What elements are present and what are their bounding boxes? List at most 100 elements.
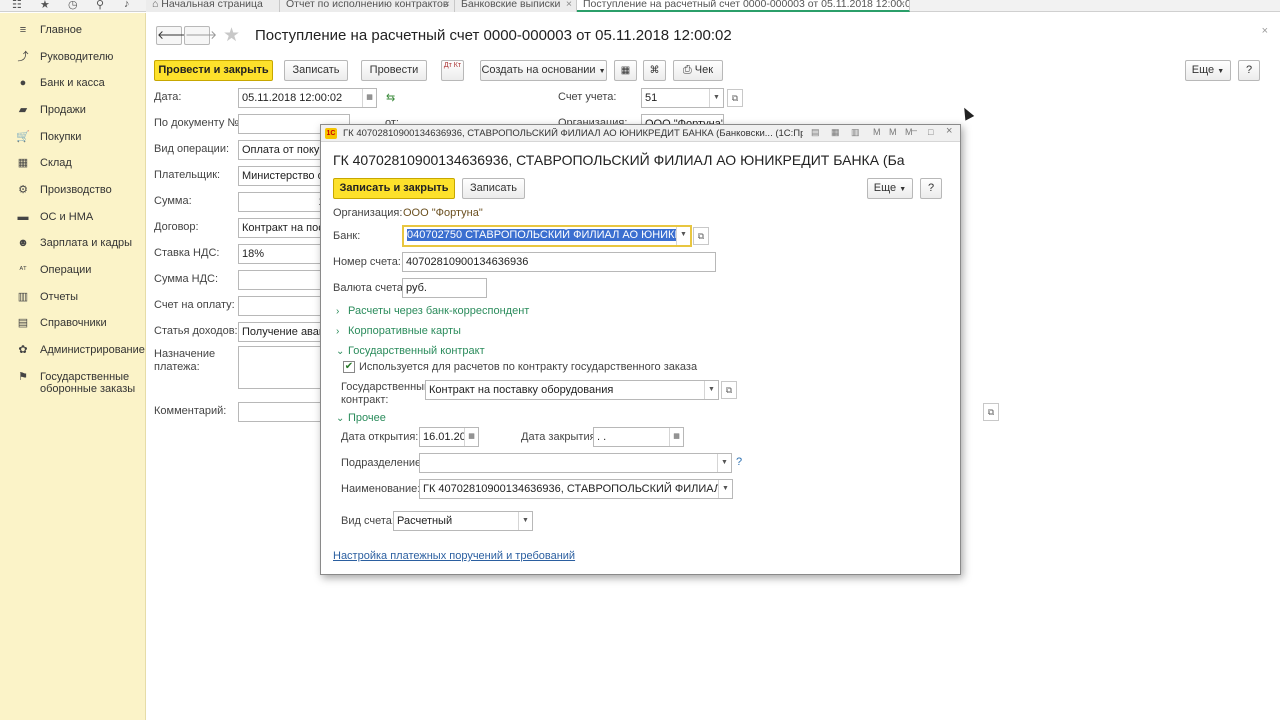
sales-icon: ▰ xyxy=(18,104,28,116)
payment-settings-link[interactable]: Настройка платежных поручений и требован… xyxy=(333,550,575,562)
save-and-close-button[interactable]: Записать и закрыть xyxy=(333,178,455,199)
dtkt-report-button[interactable]: Дт Кт xyxy=(441,60,464,81)
sidebar-item-label: Администрирование xyxy=(40,344,145,356)
close-icon[interactable]: × xyxy=(444,0,450,9)
apps-icon[interactable]: ☷ xyxy=(12,0,22,11)
search-icon[interactable]: ⚲ xyxy=(96,0,104,11)
history-edit-icon[interactable]: ⇆ xyxy=(386,91,395,104)
chevron-down-icon[interactable]: ▼ xyxy=(717,454,731,472)
help-button[interactable]: ? xyxy=(1238,60,1260,81)
section-correspondent-bank[interactable]: › Расчеты через банк-корреспондент xyxy=(336,305,529,318)
section-corporate-cards[interactable]: › Корпоративные карты xyxy=(336,325,461,338)
minimize-icon[interactable]: ‒ xyxy=(912,125,917,135)
tab-home[interactable]: ⌂ Начальная страница xyxy=(146,0,280,12)
sidebar-item-label: ОС и НМА xyxy=(40,211,94,223)
spreadsheet-icon[interactable]: ▦ xyxy=(831,127,840,138)
tab-receipt-document[interactable]: Поступление на расчетный счет 0000-00000… xyxy=(577,0,910,12)
gov-contract-checkbox[interactable]: ✔ xyxy=(343,361,355,373)
organization-value[interactable]: ООО "Фортуна" xyxy=(403,207,483,220)
chevron-down-icon[interactable]: ▼ xyxy=(704,381,718,399)
section-gov-contract[interactable]: ⌄ Государственный контракт xyxy=(336,345,485,358)
favorite-star-icon[interactable]: ★ xyxy=(223,24,240,47)
favorites-star-icon[interactable]: ★ xyxy=(40,0,50,11)
print-icon[interactable]: ▤ xyxy=(811,127,820,138)
help-question-icon[interactable]: ? xyxy=(736,456,742,468)
chevron-down-icon[interactable]: ▼ xyxy=(709,89,723,107)
tab-label: Начальная страница xyxy=(161,0,263,10)
section-other[interactable]: ⌄ Прочее xyxy=(336,412,386,425)
history-icon[interactable]: ◷ xyxy=(68,0,78,11)
close-icon[interactable]: × xyxy=(1262,25,1268,37)
account-number-field[interactable]: 40702810900134636936 xyxy=(402,252,716,272)
tab-contracts-report[interactable]: Отчет по исполнению контрактов × xyxy=(280,0,455,12)
sidebar-item-purchases[interactable]: 🛒 Покупки xyxy=(0,126,146,148)
chevron-down-icon[interactable]: ▼ xyxy=(518,512,532,530)
close-icon[interactable]: × xyxy=(946,125,952,137)
sidebar-item-label: Справочники xyxy=(40,317,107,329)
name-field[interactable]: ГК 40702810900134636936, СТАВРОПОЛЬСКИЙ … xyxy=(419,479,733,499)
sidebar-item-catalogs[interactable]: ▤ Справочники xyxy=(0,312,146,334)
sidebar-item-warehouse[interactable]: ▦ Склад xyxy=(0,152,146,174)
print-button[interactable]: ▦ xyxy=(614,60,637,81)
back-button[interactable]: 🡐 xyxy=(156,26,189,45)
memory-m-icon[interactable]: M xyxy=(873,127,881,137)
forward-button[interactable]: 🡒 xyxy=(184,26,217,45)
currency-field[interactable]: руб. xyxy=(402,278,487,298)
chevron-down-icon: ⌄ xyxy=(336,346,345,357)
dialog-window-title: ГК 40702810900134636936, СТАВРОПОЛЬСКИЙ … xyxy=(343,128,803,139)
close-icon[interactable]: × xyxy=(566,0,572,9)
cash-register-icon: ⎙ xyxy=(682,64,692,76)
open-date-field[interactable]: 16.01.2018 ▦ xyxy=(419,427,480,447)
calendar-icon[interactable]: ▥ xyxy=(851,127,860,138)
sidebar-item-salary[interactable]: ☻ Зарплата и кадры xyxy=(0,232,146,254)
sidebar-item-production[interactable]: ⚙ Производство xyxy=(0,179,146,201)
operation-type-label: Вид операции: xyxy=(154,143,230,155)
save-button[interactable]: Записать xyxy=(462,178,525,199)
sidebar-item-reports[interactable]: ▥ Отчеты xyxy=(0,286,146,308)
calendar-icon[interactable]: ▦ xyxy=(464,428,479,446)
sidebar-item-manager[interactable]: ⤴ Руководителю xyxy=(0,46,146,68)
help-button[interactable]: ? xyxy=(920,178,942,199)
memory-mplus-icon[interactable]: M xyxy=(889,127,897,137)
division-field[interactable]: ▼ xyxy=(419,453,732,473)
create-based-on-button[interactable]: Создать на основании ▼ xyxy=(480,60,607,81)
close-icon[interactable]: × xyxy=(899,0,905,9)
post-and-close-button[interactable]: Провести и закрыть xyxy=(154,60,273,81)
receipt-check-button[interactable]: ⎙ Чек xyxy=(673,60,723,81)
chevron-down-icon[interactable]: ▼ xyxy=(676,227,690,245)
notifications-bell-icon[interactable]: ♪ xyxy=(124,0,130,10)
open-icon[interactable]: ⧉ xyxy=(983,403,999,421)
sidebar-item-bank-cash[interactable]: ● Банк и касса xyxy=(0,72,146,94)
more-button[interactable]: Еще ▼ xyxy=(1185,60,1231,81)
post-button[interactable]: Провести xyxy=(361,60,427,81)
gov-contract-field[interactable]: Контракт на поставку оборудования ▼ xyxy=(425,380,719,400)
account-field[interactable]: 51 ▼ xyxy=(641,88,724,108)
bank-label: Банк: xyxy=(333,230,361,242)
open-icon[interactable]: ⧉ xyxy=(721,381,737,399)
maximize-icon[interactable]: □ xyxy=(928,127,933,137)
date-value: 05.11.2018 12:00:02 xyxy=(242,92,343,104)
chevron-down-icon[interactable]: ▼ xyxy=(718,480,732,498)
sidebar-item-main[interactable]: ≡ Главное xyxy=(0,19,146,41)
attach-button[interactable]: ⌘ xyxy=(643,60,666,81)
bank-field[interactable]: 040702750 СТАВРОПОЛЬСКИЙ ФИЛИАЛ АО ЮНИКР… xyxy=(402,225,692,247)
close-date-value: . . xyxy=(597,431,607,443)
account-type-field[interactable]: Расчетный ▼ xyxy=(393,511,533,531)
close-date-field[interactable]: . . ▦ xyxy=(593,427,684,447)
more-button[interactable]: Еще ▼ xyxy=(867,178,913,199)
calendar-icon[interactable]: ▦ xyxy=(362,89,376,107)
defense-order-icon: ⚑ xyxy=(18,371,28,383)
sidebar-item-operations[interactable]: ᴬᵀ Операции xyxy=(0,259,146,281)
calendar-icon[interactable]: ▦ xyxy=(669,428,683,446)
date-field[interactable]: 05.11.2018 12:00:02 ▦ xyxy=(238,88,377,108)
open-icon[interactable]: ⧉ xyxy=(693,227,709,245)
date-label: Дата: xyxy=(154,91,182,103)
open-icon[interactable]: ⧉ xyxy=(727,89,743,107)
gear-icon: ✿ xyxy=(18,344,28,356)
tab-bank-statements[interactable]: Банковские выписки × xyxy=(455,0,577,12)
sidebar-item-admin[interactable]: ✿ Администрирование xyxy=(0,339,146,361)
sidebar-item-defense-orders[interactable]: ⚑ Государственные оборонные заказы xyxy=(0,366,146,400)
sidebar-item-sales[interactable]: ▰ Продажи xyxy=(0,99,146,121)
sidebar-item-fixed-assets[interactable]: ▬ ОС и НМА xyxy=(0,206,146,228)
save-button[interactable]: Записать xyxy=(284,60,348,81)
